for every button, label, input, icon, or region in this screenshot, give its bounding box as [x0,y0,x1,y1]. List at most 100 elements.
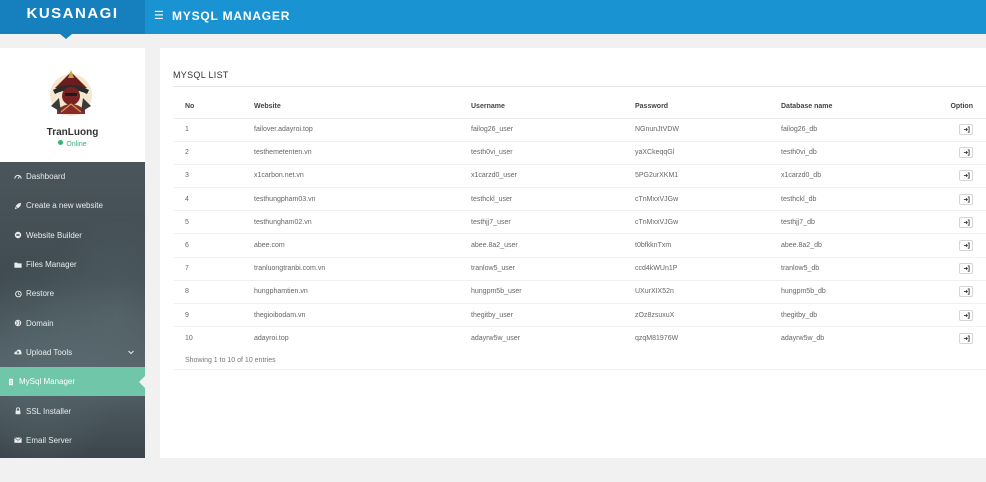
cell-website: testhemetenten.vn [243,140,460,165]
cell-no: 8 [174,279,243,304]
upload-icon [13,347,23,357]
brand-notch [60,34,72,39]
sidebar-item-create-website[interactable]: Create a new website [0,191,145,220]
login-button[interactable] [959,309,973,321]
sidebar-item-website-builder[interactable]: Website Builder [0,221,145,250]
cell-no: 9 [174,302,243,327]
cell-no: 2 [174,140,243,165]
login-button[interactable] [959,124,973,136]
user-profile: TranLuong Online [0,48,145,162]
sidebar-item-label: SSL Installer [26,406,72,416]
cell-no: 4 [174,187,243,211]
table-row: 5 testhungham02.vn testhjj7_user cTnMxxV… [174,210,986,234]
sidebar-item-label: Upload Tools [26,347,73,357]
mysql-table: No Website Username Password Database na… [174,95,986,350]
chevron-down-icon[interactable] [127,348,135,356]
cell-password: cTnMxxVJGw [624,210,770,234]
cell-website: hungphamtien.vn [243,279,460,304]
cell-username: adayrw5w_user [460,326,624,350]
login-button[interactable] [959,170,973,182]
sidebar-item-restore[interactable]: Restore [0,279,145,308]
page-title: MYSQL MANAGER [172,9,291,23]
cell-website: testhungpham03.vn [243,187,460,211]
menu-icon[interactable]: ☰ [154,9,164,23]
sidebar-item-label: Domain [26,318,54,328]
cell-database: failog26_db [770,117,926,142]
sidebar-item-upload-tools[interactable]: Upload Tools [0,338,145,367]
sidebar-item-domain[interactable]: Domain [0,308,145,337]
sign-in-icon [963,172,970,180]
sidebar-item-files-manager[interactable]: Files Manager [0,250,145,279]
login-button[interactable] [959,263,973,275]
login-button[interactable] [959,333,973,345]
table-row: 9 thegioibodam.vn thegitby_user zOz8zsux… [174,302,986,327]
main-content: MYSQL LIST No Website Username Password … [160,48,986,458]
database-icon [6,377,16,387]
cell-password: qzqM81976W [624,326,770,350]
lock-icon [13,406,23,416]
sidebar: TranLuong Online Dashboard Create a new … [0,48,145,458]
column-header-password[interactable]: Password [624,95,770,119]
cell-username: x1carzd0_user [460,163,624,188]
cell-no: 5 [174,210,243,234]
sidebar-item-ssl-installer[interactable]: SSL Installer [0,396,145,425]
column-header-no[interactable]: No [174,95,243,119]
sidebar-item-label: Dashboard [26,172,66,182]
table-row: 4 testhungpham03.vn testhckl_user cTnMxx… [174,187,986,211]
cell-no: 1 [174,117,243,142]
login-button[interactable] [959,193,973,205]
cell-option [926,256,986,281]
column-header-username[interactable]: Username [460,95,624,119]
cell-username: testh0vi_user [460,140,624,165]
folder-icon [13,260,23,270]
table-row: 3 x1carbon.net.vn x1carzd0_user 5PG2urXK… [174,163,986,188]
column-header-database[interactable]: Database name [770,95,926,119]
cell-option [926,187,986,211]
cell-option [926,140,986,165]
login-button[interactable] [959,240,973,252]
login-button[interactable] [959,216,973,228]
cell-password: UXurXIX52n [624,279,770,304]
brand-logo[interactable]: KUSANAGI [0,0,145,34]
table-row: 2 testhemetenten.vn testh0vi_user yaXCke… [174,140,986,165]
user-status: Online [0,140,145,148]
sidebar-item-dashboard[interactable]: Dashboard [0,162,145,191]
cell-option [926,117,986,142]
cell-username: tranlow5_user [460,256,624,281]
rocket-icon [13,201,23,211]
cell-username: thegitby_user [460,302,624,327]
sign-in-icon [963,335,970,342]
cell-database: abee.8a2_db [770,233,926,258]
login-button[interactable] [959,286,973,298]
sidebar-item-label: Create a new website [26,201,103,211]
cell-username: testhjj7_user [460,210,624,234]
cell-website: testhungham02.vn [243,210,460,234]
status-dot [58,140,64,145]
cell-database: tranlow5_db [770,256,926,281]
cell-password: zOz8zsuxuX [624,302,770,327]
app-window: KUSANAGI ☰ MYSQL MANAGER TranLuong Onlin… [0,0,986,482]
cell-option [926,233,986,258]
cell-database: testhjj7_db [770,210,926,234]
cell-option [926,326,986,350]
divider [173,86,986,87]
cell-password: ccd4kWUn1P [624,256,770,281]
builder-icon [13,230,23,240]
cell-username: testhckl_user [460,187,624,211]
column-header-option: Option [926,95,986,119]
sidebar-nav: Dashboard Create a new website Website B… [0,162,145,458]
login-button[interactable] [959,147,973,159]
column-header-website[interactable]: Website [243,95,460,119]
cell-password: NGnunJtVDW [624,117,770,142]
table-row: 7 tranluongtranbi.com.vn tranlow5_user c… [174,256,986,281]
cell-website: adayroi.top [243,326,460,350]
cell-option [926,163,986,188]
top-bar: KUSANAGI ☰ MYSQL MANAGER [0,0,986,34]
sidebar-item-email-server[interactable]: Email Server [0,426,145,455]
cell-website: failover.adayroi.top [243,117,460,142]
cell-database: hungpm5b_db [770,279,926,304]
user-name: TranLuong [46,127,99,138]
sidebar-item-label: Restore [26,289,55,299]
cell-no: 10 [174,326,243,350]
sidebar-item-mysql-manager[interactable]: MySql Manager [0,367,145,397]
